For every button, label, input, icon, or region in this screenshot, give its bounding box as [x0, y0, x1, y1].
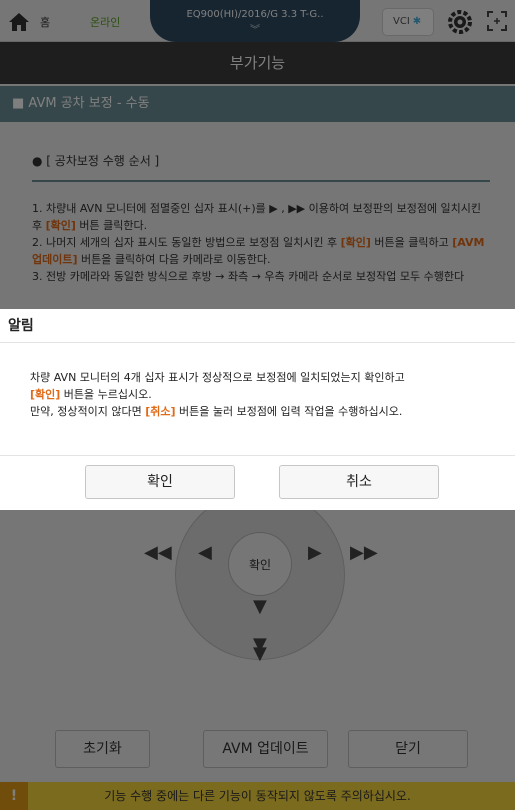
alert-dialog: 알림 차량 AVN 모니터의 4개 십자 표시가 정상적으로 보정점에 일치되었… [0, 309, 515, 510]
dialog-confirm-button[interactable]: 확인 [85, 465, 235, 499]
dialog-message: 차량 AVN 모니터의 4개 십자 표시가 정상적으로 보정점에 일치되었는지 … [30, 369, 495, 420]
dialog-title: 알림 [0, 309, 515, 343]
dialog-cancel-button[interactable]: 취소 [279, 465, 439, 499]
dialog-divider [0, 455, 515, 456]
dialog-line-1: 차량 AVN 모니터의 4개 십자 표시가 정상적으로 보정점에 일치되었는지 … [30, 371, 405, 384]
dialog-line-2: [확인] 버튼을 누르십시오. [30, 388, 152, 401]
dialog-line-3: 만약, 정상적이지 않다면 [취소] 버튼을 눌러 보정점에 입력 작업을 수행… [30, 405, 403, 418]
